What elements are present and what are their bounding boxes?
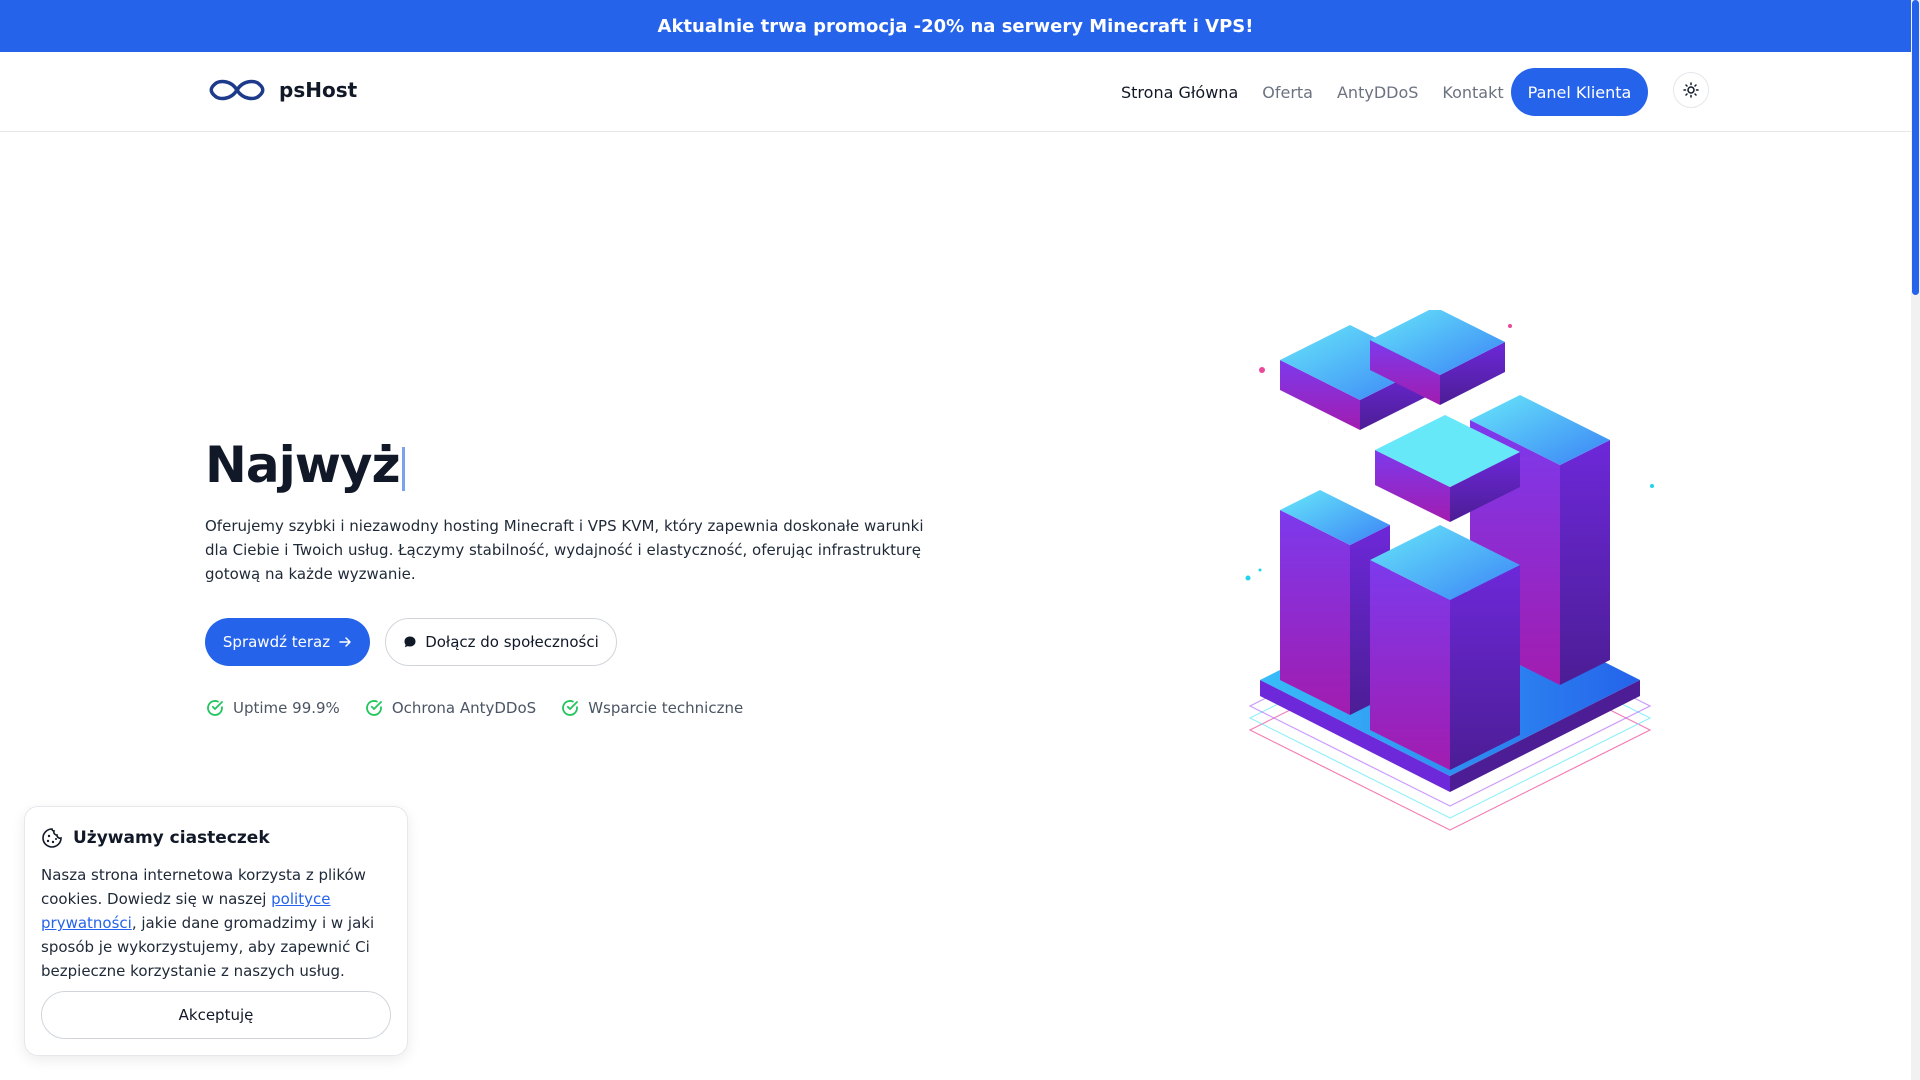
navbar: psHost Strona Główna Oferta AntyDDoS Kon…: [0, 52, 1911, 132]
feature-support: Wsparcie techniczne: [560, 698, 743, 718]
infinity-logo-icon: [209, 79, 265, 101]
feature-label: Wsparcie techniczne: [588, 699, 744, 717]
join-community-label: Dołącz do społeczności: [425, 633, 599, 651]
server-illustration: [1245, 310, 1654, 831]
cookie-header: Używamy ciasteczek: [41, 827, 391, 849]
nav-contact[interactable]: Kontakt: [1442, 83, 1503, 102]
accept-cookies-button[interactable]: Akceptuję: [41, 991, 391, 1039]
feature-list: Uptime 99.9% Ochrona AntyDDoS Wsparcie t…: [205, 698, 743, 718]
typing-caret: [401, 446, 405, 491]
scrollbar-thumb[interactable]: [1912, 0, 1919, 295]
feature-label: Ochrona AntyDDoS: [391, 699, 537, 717]
sun-icon: [1683, 82, 1699, 98]
join-community-button[interactable]: Dołącz do społeczności: [385, 618, 617, 666]
check-now-label: Sprawdź teraz: [222, 633, 331, 651]
brand-logo[interactable]: psHost: [205, 74, 357, 106]
hero-title: Najwyż: [205, 436, 405, 494]
page-scrollbar[interactable]: [1911, 0, 1920, 1080]
promo-text: Aktualnie trwa promocja -20% na serwery …: [657, 15, 1254, 37]
feature-uptime: Uptime 99.9%: [205, 698, 340, 718]
promo-banner: Aktualnie trwa promocja -20% na serwery …: [0, 0, 1911, 52]
arrow-right-icon: [339, 637, 351, 647]
nav-antyddos[interactable]: AntyDDoS: [1337, 83, 1418, 102]
cookie-message: Nasza strona internetowa korzysta z plik…: [41, 863, 391, 983]
feature-label: Uptime 99.9%: [233, 699, 340, 717]
main-nav: Strona Główna Oferta AntyDDoS Kontakt: [1121, 52, 1504, 132]
theme-toggle-button[interactable]: [1673, 72, 1709, 108]
nav-home[interactable]: Strona Główna: [1121, 83, 1238, 102]
feature-antyddos: Ochrona AntyDDoS: [364, 698, 536, 718]
nav-offer[interactable]: Oferta: [1262, 83, 1313, 102]
cookie-consent-card: Używamy ciasteczek Nasza strona internet…: [24, 806, 408, 1056]
check-circle-icon: [562, 700, 579, 716]
client-panel-button[interactable]: Panel Klienta: [1511, 68, 1648, 116]
check-circle-icon: [365, 700, 382, 716]
check-now-button[interactable]: Sprawdź teraz: [205, 618, 370, 666]
hero-title-text: Najwyż: [205, 436, 401, 494]
hero-description: Oferujemy szybki i niezawodny hosting Mi…: [205, 517, 924, 583]
cookie-icon: [42, 828, 62, 848]
chat-icon: [404, 636, 416, 648]
brand-name: psHost: [279, 78, 358, 102]
check-circle-icon: [207, 700, 223, 716]
cookie-title: Używamy ciasteczek: [73, 828, 270, 848]
